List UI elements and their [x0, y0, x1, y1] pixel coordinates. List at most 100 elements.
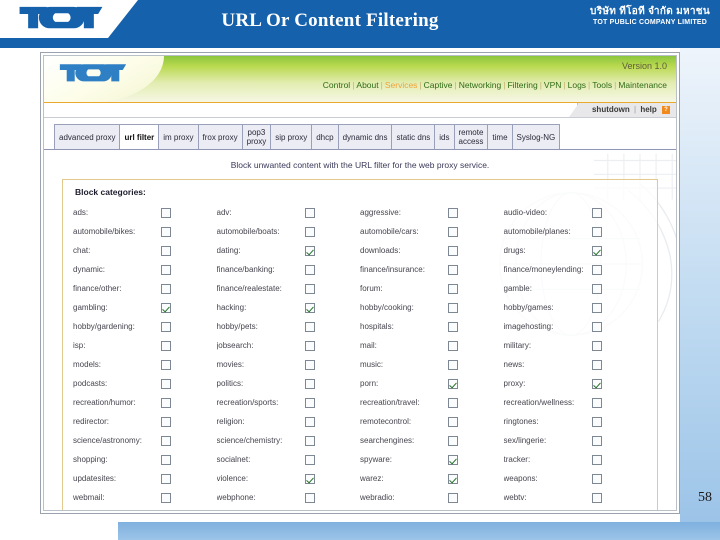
- category-checkbox-podcasts[interactable]: [161, 378, 171, 389]
- category-label: hobby/pets:: [216, 322, 258, 331]
- help-link[interactable]: help: [640, 105, 656, 114]
- category-checkbox-dynamic[interactable]: [161, 264, 171, 275]
- category-checkbox-hobby-pets[interactable]: [304, 321, 315, 332]
- nav-item-tools[interactable]: Tools: [592, 80, 612, 90]
- category-checkbox-searchengines[interactable]: [448, 435, 458, 446]
- category-checkbox-hacking[interactable]: [304, 302, 315, 313]
- category-checkbox-violence[interactable]: [304, 473, 315, 484]
- category-row: mail:: [360, 336, 504, 355]
- tab-frox-proxy[interactable]: frox proxy: [197, 124, 243, 149]
- category-label: porn:: [360, 379, 379, 388]
- category-checkbox-hobby-cooking[interactable]: [448, 302, 458, 313]
- category-checkbox-isp[interactable]: [161, 340, 171, 351]
- help-icon[interactable]: ?: [662, 106, 670, 114]
- category-checkbox-finance-moneylending[interactable]: [591, 264, 602, 275]
- nav-item-logs[interactable]: Logs: [568, 80, 586, 90]
- category-row: jobsearch:: [217, 336, 361, 355]
- nav-item-captive[interactable]: Captive: [424, 80, 453, 90]
- category-checkbox-drugs[interactable]: [591, 245, 602, 256]
- tab-remote-access[interactable]: remote access: [453, 124, 489, 149]
- category-checkbox-movies[interactable]: [304, 359, 315, 370]
- tab-static-dns[interactable]: static dns: [391, 124, 436, 149]
- category-checkbox-automobile-cars[interactable]: [448, 226, 458, 237]
- category-checkbox-news[interactable]: [591, 359, 602, 370]
- nav-item-control[interactable]: Control: [323, 80, 350, 90]
- category-checkbox-downloads[interactable]: [448, 245, 458, 256]
- category-checkbox-gambling[interactable]: [161, 302, 171, 313]
- tab-syslog-ng[interactable]: Syslog-NG: [511, 124, 561, 149]
- tab-time[interactable]: time: [487, 124, 513, 149]
- nav-item-about[interactable]: About: [356, 80, 378, 90]
- tab-dynamic-dns[interactable]: dynamic dns: [337, 124, 393, 149]
- category-checkbox-redirector[interactable]: [161, 416, 171, 427]
- tab-ids[interactable]: ids: [434, 124, 455, 149]
- category-checkbox-socialnet[interactable]: [304, 454, 315, 465]
- tab-im-proxy[interactable]: im proxy: [158, 124, 199, 149]
- category-checkbox-hobby-games[interactable]: [591, 302, 602, 313]
- category-row: religion:: [217, 412, 361, 431]
- category-checkbox-gamble[interactable]: [591, 283, 602, 294]
- category-checkbox-adv[interactable]: [304, 207, 315, 218]
- category-checkbox-military[interactable]: [591, 340, 602, 351]
- category-checkbox-remotecontrol[interactable]: [448, 416, 458, 427]
- category-checkbox-science-chemistry[interactable]: [304, 435, 315, 446]
- category-checkbox-imagehosting[interactable]: [591, 321, 602, 332]
- tab-dhcp[interactable]: dhcp: [311, 124, 339, 149]
- category-checkbox-chat[interactable]: [161, 245, 171, 256]
- category-checkbox-mail[interactable]: [448, 340, 458, 351]
- category-checkbox-porn[interactable]: [448, 378, 458, 389]
- category-checkbox-ringtones[interactable]: [591, 416, 602, 427]
- category-checkbox-recreation-travel[interactable]: [448, 397, 458, 408]
- category-checkbox-audio-video[interactable]: [591, 207, 602, 218]
- tab-pop3-proxy[interactable]: pop3 proxy: [241, 124, 272, 149]
- nav-item-maintenance[interactable]: Maintenance: [618, 80, 667, 90]
- category-checkbox-politics[interactable]: [304, 378, 315, 389]
- category-checkbox-webphone[interactable]: [304, 492, 315, 503]
- category-checkbox-science-astronomy[interactable]: [161, 435, 171, 446]
- category-checkbox-hospitals[interactable]: [448, 321, 458, 332]
- category-label: sex/lingerie:: [503, 436, 547, 445]
- shutdown-link[interactable]: shutdown: [592, 105, 630, 114]
- category-checkbox-recreation-humor[interactable]: [161, 397, 171, 408]
- nav-item-networking[interactable]: Networking: [459, 80, 502, 90]
- category-checkbox-sex-lingerie[interactable]: [591, 435, 602, 446]
- category-checkbox-finance-realestate[interactable]: [304, 283, 315, 294]
- category-checkbox-hobby-gardening[interactable]: [161, 321, 171, 332]
- nav-item-services[interactable]: Services: [385, 80, 418, 90]
- category-checkbox-updatesites[interactable]: [161, 473, 171, 484]
- category-checkbox-warez[interactable]: [448, 473, 458, 484]
- category-checkbox-weapons[interactable]: [591, 473, 602, 484]
- tab-url-filter[interactable]: url filter: [119, 124, 160, 149]
- category-checkbox-models[interactable]: [161, 359, 171, 370]
- category-checkbox-automobile-planes[interactable]: [591, 226, 602, 237]
- category-label: automobile/bikes:: [73, 227, 136, 236]
- category-checkbox-recreation-wellness[interactable]: [591, 397, 602, 408]
- category-checkbox-aggressive[interactable]: [448, 207, 458, 218]
- category-checkbox-spyware[interactable]: [448, 454, 458, 465]
- category-checkbox-automobile-boats[interactable]: [304, 226, 315, 237]
- category-checkbox-music[interactable]: [448, 359, 458, 370]
- category-checkbox-finance-insurance[interactable]: [448, 264, 458, 275]
- category-checkbox-webradio[interactable]: [448, 492, 458, 503]
- category-checkbox-shopping[interactable]: [161, 454, 171, 465]
- category-row: automobile/boats:: [217, 222, 361, 241]
- category-checkbox-religion[interactable]: [304, 416, 315, 427]
- main-nav[interactable]: Control | About | Services | Captive | Networkin…: [323, 80, 667, 90]
- category-checkbox-jobsearch[interactable]: [304, 340, 315, 351]
- tab-sip-proxy[interactable]: sip proxy: [270, 124, 313, 149]
- category-checkbox-forum[interactable]: [448, 283, 458, 294]
- category-label: proxy:: [503, 379, 526, 388]
- category-checkbox-finance-banking[interactable]: [304, 264, 315, 275]
- category-checkbox-dating[interactable]: [304, 245, 315, 256]
- category-checkbox-ads[interactable]: [161, 207, 171, 218]
- category-checkbox-automobile-bikes[interactable]: [161, 226, 171, 237]
- category-checkbox-recreation-sports[interactable]: [304, 397, 315, 408]
- category-checkbox-webmail[interactable]: [161, 492, 171, 503]
- nav-item-vpn[interactable]: VPN: [544, 80, 561, 90]
- category-checkbox-tracker[interactable]: [591, 454, 602, 465]
- category-checkbox-finance-other[interactable]: [161, 283, 171, 294]
- category-checkbox-proxy[interactable]: [591, 378, 602, 389]
- category-checkbox-webtv[interactable]: [591, 492, 602, 503]
- tab-advanced-proxy[interactable]: advanced proxy: [54, 124, 121, 149]
- nav-item-filtering[interactable]: Filtering: [507, 80, 537, 90]
